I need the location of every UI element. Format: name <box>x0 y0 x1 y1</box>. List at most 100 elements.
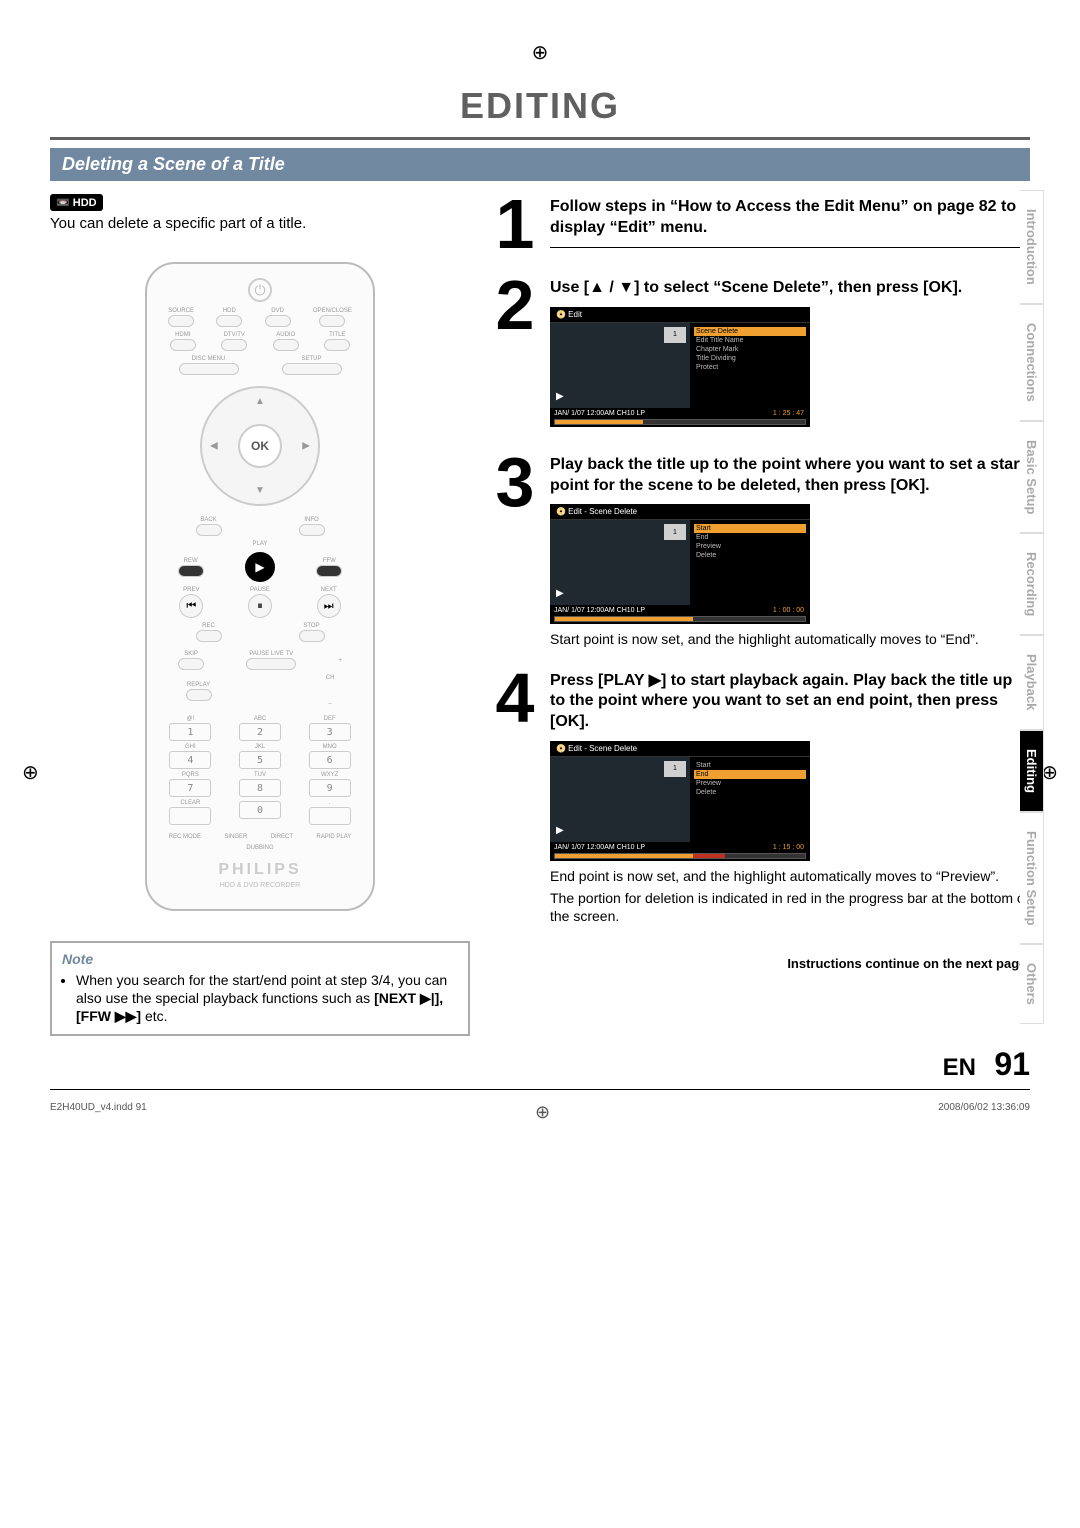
remote-btn <box>324 339 350 351</box>
side-tab-connections: Connections <box>1020 304 1044 421</box>
step-number: 2 <box>490 274 540 433</box>
osd-menu-item: Start <box>694 761 806 770</box>
print-file: E2H40UD_v4.indd 91 <box>50 1102 147 1123</box>
play-icon: ▶ <box>556 588 564 599</box>
osd-thumbnail: 1 <box>664 761 686 777</box>
step-3: 3 Play back the title up to the point wh… <box>490 451 1030 649</box>
osd-progress-bar <box>554 853 806 859</box>
osd-thumbnail: 1 <box>664 327 686 343</box>
side-tab-recording: Recording <box>1020 533 1044 635</box>
play-icon: ▶ <box>556 391 564 402</box>
keypad-letters: CLEAR <box>180 800 200 806</box>
osd-time: 1 : 25 : 47 <box>773 410 804 417</box>
side-tabs: IntroductionConnectionsBasic SetupRecord… <box>1020 190 1044 1024</box>
keypad-number <box>309 807 351 825</box>
keypad-number: 2 <box>239 723 281 741</box>
keypad-letters: PQRS <box>182 772 199 778</box>
remote-label: CH <box>326 675 335 681</box>
remote-label: OPEN/CLOSE <box>313 308 352 314</box>
keypad-number: 1 <box>169 723 211 741</box>
remote-label: AUDIO <box>276 332 295 338</box>
osd-menu-item: Title Dividing <box>694 354 806 363</box>
remote-btn <box>319 315 345 327</box>
side-tab-introduction: Introduction <box>1020 190 1044 304</box>
remote-label: SETUP <box>301 356 321 362</box>
remote-control-illustration: ⏻ SOURCE HDD DVD OPEN/CLOSE HDMI DTV/TV … <box>145 262 375 911</box>
osd-footer-text: JAN/ 1/07 12:00AM CH10 LP <box>554 844 806 851</box>
osd-thumbnail: 1 <box>664 524 686 540</box>
remote-label: RAPID PLAY <box>316 834 351 840</box>
remote-label: NEXT <box>321 587 337 593</box>
brand-logo: PHILIPS <box>157 861 363 879</box>
remote-btn <box>273 339 299 351</box>
remote-btn <box>186 689 212 701</box>
remote-label: PAUSE <box>250 587 270 593</box>
step-note: End point is now set, and the highlight … <box>550 867 1030 885</box>
note-tail: etc. <box>141 1008 167 1024</box>
keypad-letters: DEF <box>324 716 336 722</box>
remote-btn <box>282 363 342 375</box>
osd-screen: 📀 Edit - Scene Delete1▶StartEndPreviewDe… <box>550 741 810 861</box>
remote-label: FFW <box>323 558 336 564</box>
remote-label: REC <box>202 623 215 629</box>
keypad-letters: JKL <box>255 744 265 750</box>
step-2: 2 Use [▲ / ▼] to select “Scene Delete”, … <box>490 274 1030 433</box>
step-text: Use [▲ / ▼] to select “Scene Delete”, th… <box>550 278 1030 299</box>
osd-menu-item: Scene Delete <box>694 327 806 336</box>
remote-label: STOP <box>303 623 319 629</box>
remote-label: – <box>328 701 331 707</box>
left-arrow-icon: ◀ <box>210 441 218 452</box>
step-text: Follow steps in “How to Access the Edit … <box>550 197 1030 239</box>
power-icon: ⏻ <box>248 278 272 302</box>
hdd-badge: 📼 HDD <box>50 194 103 211</box>
remote-btn <box>196 524 222 536</box>
side-tab-function-setup: Function Setup <box>1020 812 1044 945</box>
remote-label: HDMI <box>175 332 190 338</box>
play-icon: ▶ <box>245 552 275 582</box>
remote-btn <box>216 315 242 327</box>
remote-btn <box>179 363 239 375</box>
remote-label: PREV <box>183 587 199 593</box>
remote-label: DUBBING <box>157 845 363 851</box>
remote-label: SINGER <box>224 834 247 840</box>
osd-menu-item: Preview <box>694 542 806 551</box>
keypad-letters: . <box>329 800 331 806</box>
step-text: Play back the title up to the point wher… <box>550 455 1030 497</box>
remote-btn <box>316 565 342 577</box>
remote-label: DVD <box>271 308 284 314</box>
osd-menu-item: Edit Title Name <box>694 336 806 345</box>
side-tab-editing: Editing <box>1020 730 1044 812</box>
osd-menu-item: End <box>694 770 806 779</box>
osd-menu-item: Protect <box>694 363 806 372</box>
osd-menu-item: Delete <box>694 551 806 560</box>
step-number: 4 <box>490 667 540 926</box>
osd-title: 📀 Edit <box>550 307 810 323</box>
keypad-number: 8 <box>239 779 281 797</box>
remote-btn <box>246 658 296 670</box>
intro-text: You can delete a specific part of a titl… <box>50 215 470 232</box>
keypad-number: 0 <box>239 801 281 819</box>
remote-btn <box>221 339 247 351</box>
osd-menu-item: Delete <box>694 788 806 797</box>
osd-menu-item: Chapter Mark <box>694 345 806 354</box>
down-arrow-icon: ▼ <box>255 485 265 496</box>
note-box: Note When you search for the start/end p… <box>50 941 470 1036</box>
osd-progress-bar <box>554 419 806 425</box>
osd-time: 1 : 15 : 00 <box>773 844 804 851</box>
osd-menu-item: Start <box>694 524 806 533</box>
remote-btn <box>170 339 196 351</box>
print-crosshair-left: ⊕ <box>22 760 39 785</box>
osd-screen: 📀 Edit - Scene Delete1▶StartEndPreviewDe… <box>550 504 810 624</box>
step-number: 1 <box>490 193 540 256</box>
keypad-number <box>169 807 211 825</box>
step-1: 1 Follow steps in “How to Access the Edi… <box>490 193 1030 256</box>
remote-btn <box>168 315 194 327</box>
osd-progress-bar <box>554 616 806 622</box>
side-tab-others: Others <box>1020 944 1044 1024</box>
right-arrow-icon: ▶ <box>302 441 310 452</box>
note-item: When you search for the start/end point … <box>76 971 458 1026</box>
remote-label: REW <box>184 558 198 564</box>
keypad-number: 7 <box>169 779 211 797</box>
remote-label: REC MODE <box>169 834 201 840</box>
remote-btn <box>196 630 222 642</box>
